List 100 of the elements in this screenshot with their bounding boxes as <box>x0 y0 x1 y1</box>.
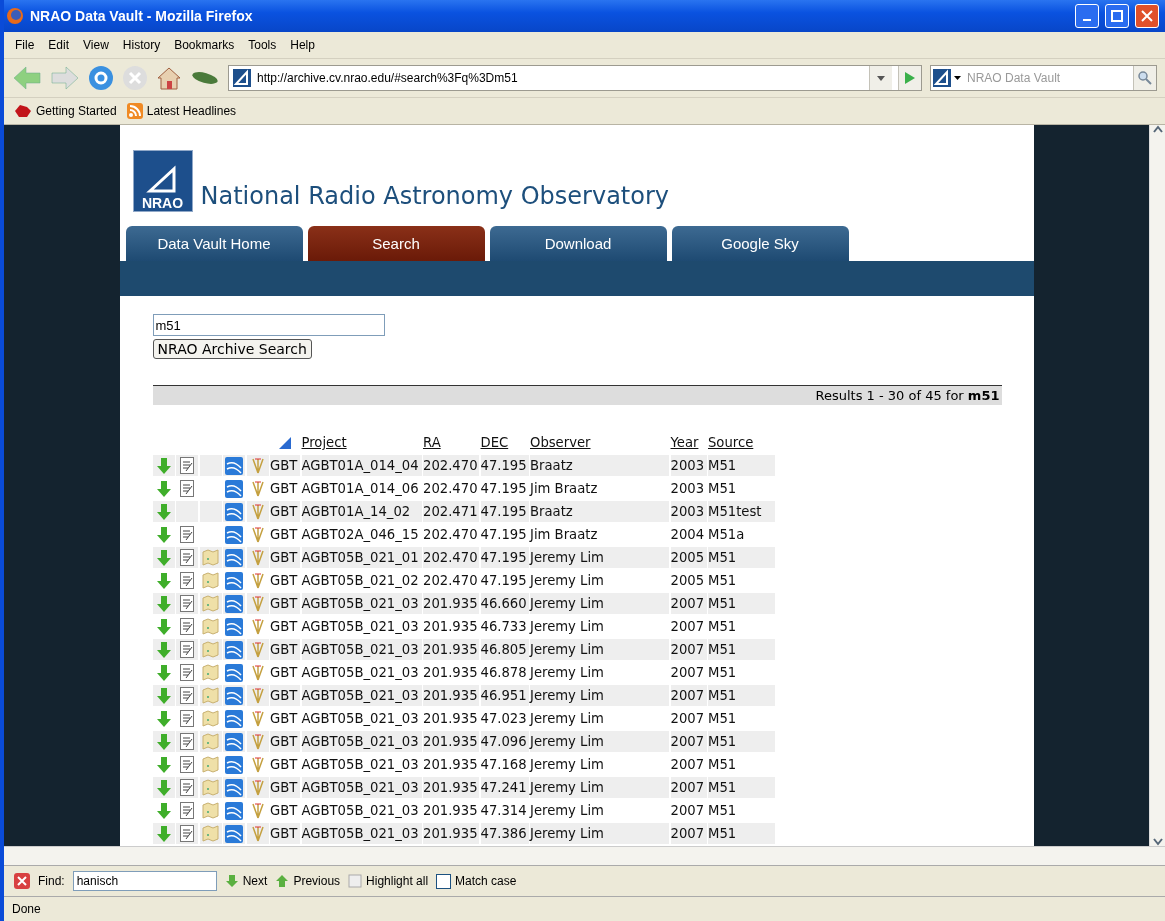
scroll-down-icon[interactable] <box>1152 838 1163 846</box>
status-text: Done <box>12 902 41 916</box>
find-label: Find: <box>38 874 65 888</box>
table-cell: Jeremy Lim <box>530 593 669 614</box>
table-cell: 47.096 <box>480 731 529 752</box>
column-header[interactable]: DEC <box>480 432 529 453</box>
table-cell: Jeremy Lim <box>530 823 669 844</box>
table-cell: 201.935 <box>423 593 479 614</box>
back-button[interactable] <box>12 65 42 91</box>
table-cell: AGBT01A_014_04 <box>301 455 422 476</box>
column-header[interactable]: Project <box>301 432 422 453</box>
search-engine-icon[interactable] <box>931 68 963 88</box>
match-case-checkbox[interactable]: Match case <box>436 873 517 889</box>
previous-button[interactable]: Previous <box>275 874 341 888</box>
menu-item[interactable]: History <box>115 38 168 52</box>
minimize-button[interactable] <box>1075 4 1099 28</box>
table-cell: 201.935 <box>423 731 479 752</box>
table-cell: 201.935 <box>423 685 479 706</box>
table-cell: GBT <box>270 547 300 568</box>
play-icon <box>904 71 916 85</box>
caret-icon <box>877 75 885 81</box>
table-cell: Jeremy Lim <box>530 685 669 706</box>
maximize-button[interactable] <box>1105 4 1129 28</box>
up-arrow-icon <box>275 874 290 888</box>
menu-item[interactable]: File <box>8 38 42 52</box>
leaf-icon[interactable] <box>190 70 220 86</box>
horizontal-scrollbar[interactable] <box>4 846 1165 865</box>
column-header[interactable]: Year <box>670 432 707 453</box>
table-cell: 2007 <box>670 777 707 798</box>
address-bar[interactable]: http://archive.cv.nrao.edu/#search%3Fq%3Dm51 <box>228 65 922 91</box>
table-cell: M51 <box>708 455 775 476</box>
table-cell: 47.386 <box>480 823 529 844</box>
column-header[interactable]: Source <box>708 432 775 453</box>
table-cell: 2003 <box>670 455 707 476</box>
search-bar[interactable]: NRAO Data Vault <box>930 65 1157 91</box>
table-cell: GBT <box>270 685 300 706</box>
table-cell: M51 <box>708 593 775 614</box>
minimize-icon <box>1083 19 1091 21</box>
find-field[interactable]: hanisch <box>72 871 217 891</box>
table-cell: 47.241 <box>480 777 529 798</box>
table-cell: AGBT05B_021_03 <box>301 593 422 614</box>
site-logo[interactable]: NRAO <box>132 150 193 212</box>
dropdown-button[interactable] <box>869 66 892 90</box>
reload-button[interactable] <box>88 65 114 91</box>
home-button[interactable] <box>156 65 182 91</box>
archive-search-button[interactable]: NRAO Archive Search <box>152 339 312 359</box>
table-cell: 47.195 <box>480 501 529 522</box>
site-title: National Radio Astronomy Observatory <box>200 182 669 212</box>
close-icon <box>1141 10 1153 22</box>
table-cell: GBT <box>270 777 300 798</box>
table-cell: GBT <box>270 501 300 522</box>
go-button[interactable] <box>898 66 921 90</box>
table-cell: GBT <box>270 731 300 752</box>
table-cell: AGBT05B_021_03 <box>301 731 422 752</box>
close-find-button[interactable] <box>14 873 30 889</box>
table-cell: Jeremy Lim <box>530 777 669 798</box>
scroll-up-icon[interactable] <box>1152 125 1163 133</box>
table-cell: AGBT05B_021_03 <box>301 639 422 660</box>
query-field[interactable]: m51 <box>152 314 385 336</box>
table-cell: AGBT01A_14_02 <box>301 501 422 522</box>
table-cell: 47.195 <box>480 455 529 476</box>
close-button[interactable] <box>1135 4 1159 28</box>
table-cell: M51test <box>708 501 775 522</box>
table-cell: 2005 <box>670 547 707 568</box>
table-cell: 2007 <box>670 731 707 752</box>
menu-item[interactable]: Bookmarks <box>167 38 242 52</box>
menu-item[interactable]: Tools <box>241 38 284 52</box>
table-cell: AGBT05B_021_01 <box>301 547 422 568</box>
table-cell: 47.195 <box>480 547 529 568</box>
bookmark-link[interactable]: Latest Headlines <box>126 103 237 119</box>
bookmark-link[interactable]: Getting Started <box>14 103 117 119</box>
table-cell: 2007 <box>670 639 707 660</box>
table-cell: Jeremy Lim <box>530 639 669 660</box>
nav-tab[interactable]: Data Vault Home <box>125 226 303 261</box>
menu-item[interactable]: Help <box>283 38 322 52</box>
table-cell: GBT <box>270 823 300 844</box>
table-cell: M51 <box>708 547 775 568</box>
table-cell: 202.470 <box>423 547 479 568</box>
menu-item[interactable]: Edit <box>41 38 77 52</box>
table-cell: 202.471 <box>423 501 479 522</box>
nav-tab[interactable]: Search <box>307 226 485 261</box>
highlight-all-button[interactable]: Highlight all <box>348 874 429 888</box>
window-title: NRAO Data Vault - Mozilla Firefox <box>30 8 254 24</box>
table-cell: 2007 <box>670 593 707 614</box>
table-cell: Braatz <box>530 455 669 476</box>
nav-tab[interactable]: Google Sky <box>671 226 849 261</box>
browser-logo-icon <box>6 7 24 25</box>
table-cell: 46.660 <box>480 593 529 614</box>
site-icon <box>233 69 251 87</box>
table-cell: M51 <box>708 823 775 844</box>
table-cell: GBT <box>270 593 300 614</box>
vertical-scrollbar[interactable] <box>1149 125 1165 846</box>
nav-tab[interactable]: Download <box>489 226 667 261</box>
table-cell: AGBT05B_021_03 <box>301 777 422 798</box>
next-button[interactable]: Next <box>224 874 268 888</box>
table-cell: 2007 <box>670 685 707 706</box>
search-button[interactable] <box>1133 66 1156 90</box>
menu-item[interactable]: View <box>76 38 116 52</box>
column-header[interactable]: RA <box>423 432 479 453</box>
column-header[interactable]: Observer <box>530 432 669 453</box>
